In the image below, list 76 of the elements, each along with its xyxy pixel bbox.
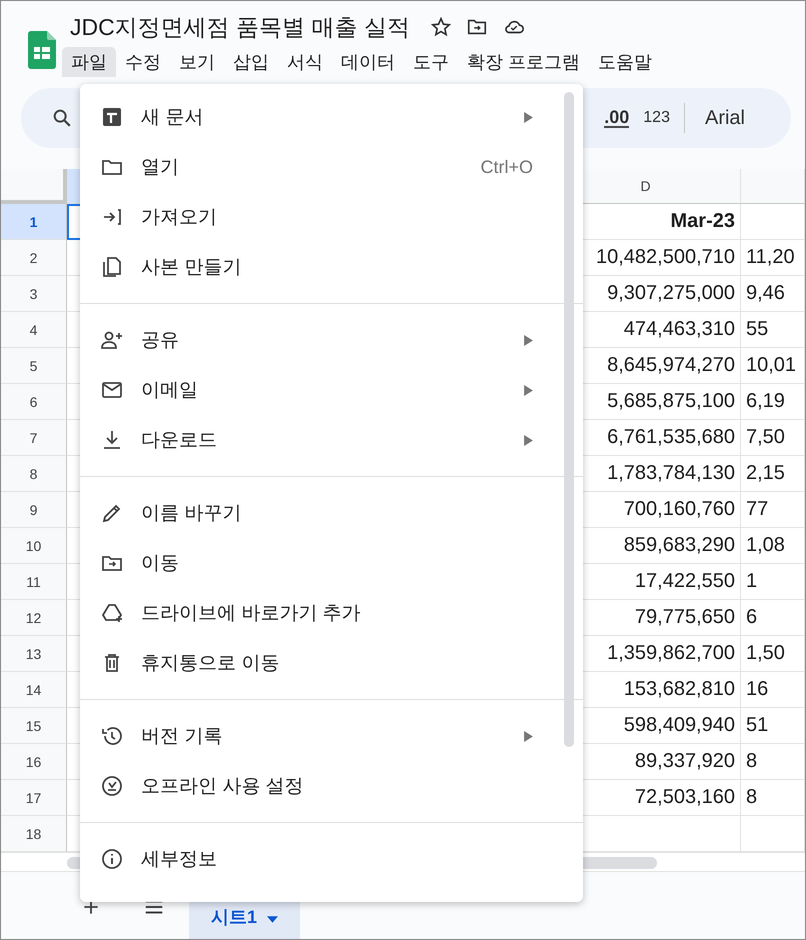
menu-bar-item[interactable]: 도움말 [589,47,662,77]
row-number[interactable]: 5 [1,348,67,384]
table-cell[interactable]: 77 [741,492,805,528]
row-number[interactable]: 2 [1,240,67,276]
table-cell[interactable]: 1 [741,564,805,600]
copy-icon [100,255,124,279]
row-number[interactable]: 15 [1,708,67,744]
menu-item-label: 이동 [141,552,179,576]
menu-bar-item[interactable]: 파일 [62,47,116,77]
table-cell[interactable]: 55 [741,312,805,348]
menu-bar-item[interactable]: 데이터 [332,47,404,77]
shortcut-label: Ctrl+O [480,156,533,178]
table-cell[interactable]: 9,46 [741,276,805,312]
row-number[interactable]: 4 [1,312,67,348]
menu-item-label: 버전 기록 [141,725,222,749]
table-cell[interactable]: 1,50 [741,636,805,672]
menu-bar-item[interactable]: 도구 [404,47,458,77]
document-title[interactable]: JDC지정면세점 품목별 매출 실적 [70,12,410,42]
table-cell[interactable]: 16 [741,672,805,708]
row-number[interactable]: 12 [1,600,67,636]
table-cell[interactable]: 7,50 [741,420,805,456]
number-format-button[interactable]: 123 [643,109,670,127]
table-cell[interactable]: 10,01 [741,348,805,384]
row-number[interactable]: 7 [1,420,67,456]
increase-decimal-button[interactable]: .00 [604,108,630,128]
menu-bar-item[interactable]: 수정 [116,47,170,77]
menu-item-label: 공유 [141,329,179,353]
row-number[interactable]: 1 [1,204,67,240]
row-number[interactable]: 8 [1,456,67,492]
row-number[interactable]: 3 [1,276,67,312]
info-icon [100,847,124,871]
search-icon[interactable] [51,107,73,129]
row-number[interactable]: 17 [1,780,67,816]
star-icon[interactable] [430,16,452,38]
table-cell[interactable]: 51 [741,708,805,744]
new-document-icon [100,105,124,129]
menu-item-label: 세부정보 [141,848,217,872]
table-cell[interactable]: 8 [741,780,805,816]
menu-item-label: 이름 바꾸기 [141,502,242,526]
menu-bar-item[interactable]: 보기 [170,47,224,77]
row-number[interactable]: 13 [1,636,67,672]
table-cell[interactable]: 6,19 [741,384,805,420]
row-number[interactable]: 9 [1,492,67,528]
menu-item-label: 사본 만들기 [141,256,242,280]
menu-item-label: 열기 [141,156,179,180]
menu-item-label: 오프라인 사용 설정 [141,775,304,799]
font-dropdown[interactable]: Arial [704,106,745,130]
table-cell[interactable]: 11,20 [741,240,805,276]
menu-item-label: 드라이브에 바로가기 추가 [141,602,361,626]
row-number[interactable]: 10 [1,528,67,564]
table-cell[interactable]: 6 [741,600,805,636]
row-number[interactable]: 18 [1,816,67,852]
table-cell[interactable] [741,204,805,240]
menu-item-label: 이메일 [141,379,198,403]
table-cell[interactable]: 8 [741,744,805,780]
drive-add-icon [100,601,124,625]
menu-item[interactable]: 새 문서 [80,92,583,142]
spreadsheet-logo-icon[interactable] [28,31,56,69]
row-number[interactable]: 6 [1,384,67,420]
offline-icon [100,774,124,798]
table-cell[interactable]: 2,15 [741,456,805,492]
row-number[interactable]: 16 [1,744,67,780]
history-icon [100,724,124,748]
menu-bar-item[interactable]: 삽입 [224,47,278,77]
menu-bar-item[interactable]: 서식 [278,47,332,77]
row-number[interactable]: 14 [1,672,67,708]
menu-item-label: 새 문서 [141,106,204,130]
menu-item-label: 가져오기 [141,206,217,230]
menu-item-label: 휴지통으로 이동 [141,652,280,676]
corner-cell[interactable] [1,169,67,204]
row-number[interactable]: 11 [1,564,67,600]
menu-item-label: 다운로드 [141,429,217,453]
caret-icon [267,916,278,923]
table-cell[interactable]: 1,08 [741,528,805,564]
menu-bar-item[interactable]: 확장 프로그램 [458,47,590,77]
menu-scrollbar[interactable] [564,92,574,747]
